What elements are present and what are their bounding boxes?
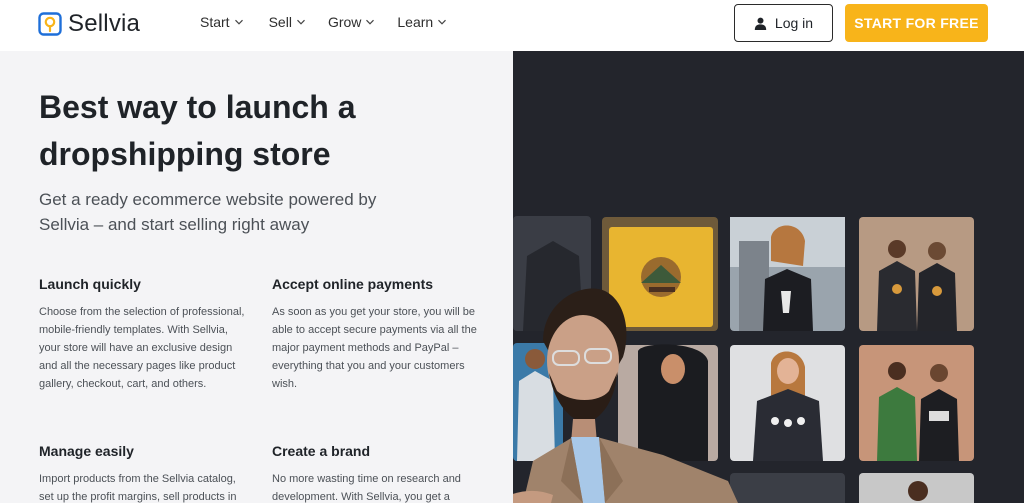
feature-manage-easily: Manage easily Import products from the S… [39,443,249,503]
tile-partial-2-person [908,481,928,501]
tile-two-men-hoodies [859,217,974,331]
main-nav: Start Sell Grow Learn [200,14,469,30]
nav-item-label: Grow [327,14,362,30]
chevron-down-icon [234,19,243,25]
hero-image-panel [513,51,1024,503]
chevron-down-icon [297,19,305,25]
tile-partial-1 [730,473,845,503]
feature-accept-payments: Accept online payments As soon as you ge… [272,276,482,393]
logo[interactable]: Sellvia [38,10,140,38]
nav-item-learn[interactable]: Learn [397,14,447,30]
nav-item-start[interactable]: Start [200,14,244,30]
feature-text: As soon as you get your store, you will … [272,306,477,390]
nav-item-grow[interactable]: Grow [328,14,375,30]
feature-text: Import products from the Sellvia catalog… [39,473,237,503]
brand-name: Sellvia [68,10,141,37]
sellvia-logo-icon [38,12,62,36]
tile-woman-white-shirt [730,217,845,331]
start-for-free-button[interactable]: START FOR FREE [845,4,988,42]
chevron-down-icon [438,19,447,25]
nav-item-label: Sell [268,14,292,30]
hero-title: Best way to launch a dropshipping store [39,89,356,172]
user-icon [754,17,767,30]
login-label: Log in [774,15,814,31]
nav-item-label: Start [200,14,230,30]
feature-launch-quickly: Launch quickly Choose from the selection… [39,276,249,393]
nav-item-sell[interactable]: Sell [269,14,306,30]
tile-woman-sweatshirt [730,345,845,461]
tile-woman-black-top [618,344,718,461]
feature-title: Create a brand [272,443,371,459]
chevron-down-icon [366,19,375,25]
site-header: Sellvia Start Sell Grow Learn Log in STA… [0,0,1024,51]
login-button[interactable]: Log in [734,4,833,42]
hero-subtitle: Get a ready ecommerce website powered by… [39,190,377,234]
hero-text-panel: Best way to launch a dropshipping store … [0,51,513,503]
tile-two-men-green-black [859,345,974,461]
nav-item-label: Learn [397,14,434,30]
feature-title: Manage easily [39,443,134,459]
feature-title: Launch quickly [39,276,141,292]
feature-create-brand: Create a brand No more wasting time on r… [272,443,482,503]
feature-title: Accept online payments [272,276,434,292]
feature-text: No more wasting time on research and dev… [272,473,461,503]
feature-text: Choose from the selection of professiona… [39,306,245,390]
product-collage-image [513,216,974,503]
